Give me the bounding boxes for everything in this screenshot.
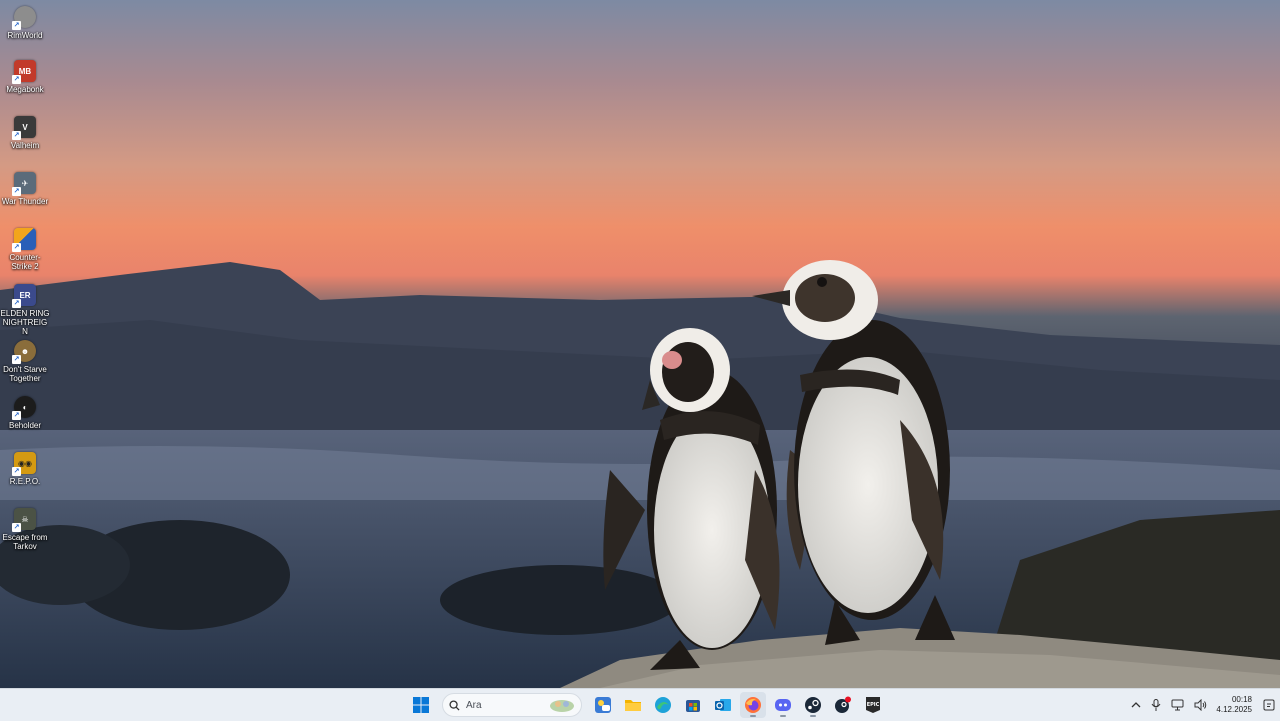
penguins-photo: [0, 260, 1280, 688]
taskbar-outlook[interactable]: [710, 692, 736, 718]
desktop-icon-beholder[interactable]: ◐ ↗ Beholder: [0, 396, 50, 430]
desktop-icon-valheim[interactable]: V ↗ Valheim: [0, 116, 50, 150]
notifications-button[interactable]: [1263, 699, 1275, 711]
taskbar-search-box[interactable]: Ara: [442, 693, 582, 717]
desktop-icon-label: R.E.P.O.: [9, 477, 41, 486]
microsoft-store-icon: [686, 700, 700, 712]
firefox-icon: [745, 697, 761, 713]
outlook-icon: [715, 699, 731, 711]
taskbar-apps: Ara EPIC: [406, 689, 888, 721]
msn-weather-icon: [595, 697, 611, 713]
desktop-icon-elden-ring[interactable]: ER ↗ ELDEN RING NIGHTREIGN: [0, 284, 50, 336]
show-hidden-icons-button[interactable]: [1131, 700, 1141, 710]
desktop-icon-tarkov[interactable]: ☠ ↗ Escape from Tarkov: [0, 508, 50, 551]
file-explorer-icon: [625, 700, 641, 711]
search-icon: [449, 699, 460, 711]
microphone-icon: [1151, 699, 1161, 711]
desktop-icon-label: Megabonk: [6, 85, 44, 94]
microphone-button[interactable]: [1151, 699, 1161, 711]
discord-icon: [775, 699, 791, 711]
svg-text:EPIC: EPIC: [867, 702, 880, 708]
desktop-icon-war-thunder[interactable]: ✈ ↗ War Thunder: [0, 172, 50, 206]
desktop-icon-label: Counter-Strike 2: [9, 253, 41, 271]
epic-games-icon: EPIC: [866, 697, 880, 713]
desktop-icon-counter-strike[interactable]: ↗ Counter-Strike 2: [0, 228, 50, 271]
taskbar-msn-weather[interactable]: [590, 692, 616, 718]
taskbar-edge[interactable]: [650, 692, 676, 718]
start-button[interactable]: [408, 692, 434, 718]
taskbar-epic-games[interactable]: EPIC: [860, 692, 886, 718]
elden-ring-icon: ER ↗: [12, 284, 36, 308]
desktop-icon-dont-starve[interactable]: ☻ ↗ Don't Starve Together: [0, 340, 50, 383]
edge-icon: [655, 697, 671, 713]
windows-start-icon: [413, 697, 429, 713]
desktop-icon-label: ELDEN RING NIGHTREIGN: [0, 309, 50, 336]
dont-starve-icon: ☻ ↗: [12, 340, 36, 364]
taskbar-firefox[interactable]: [740, 692, 766, 718]
desktop-icon-label: Beholder: [8, 421, 42, 430]
desktop-icon-label: War Thunder: [1, 197, 49, 206]
war-thunder-icon: ✈ ↗: [12, 172, 36, 196]
desktop-wallpaper: [0, 0, 1280, 688]
clock-time: 00:18: [1231, 695, 1252, 704]
clock[interactable]: 00:18 4.12.2025: [1216, 695, 1252, 715]
network-button[interactable]: [1171, 699, 1184, 711]
volume-button[interactable]: [1194, 699, 1207, 711]
notification-bell-icon: [1263, 699, 1275, 711]
tarkov-icon: ☠ ↗: [12, 508, 36, 532]
taskbar-microsoft-store[interactable]: [680, 692, 706, 718]
desktop-icon-megabonk[interactable]: MB ↗ Megabonk: [0, 60, 50, 94]
search-highlight-icon: [550, 700, 574, 712]
taskbar-steam-notification[interactable]: [830, 692, 856, 718]
chevron-up-icon: [1131, 702, 1141, 708]
speaker-icon: [1194, 699, 1207, 711]
search-placeholder: Ara: [466, 699, 482, 711]
rimworld-icon: ↗: [12, 6, 36, 30]
desktop-icon-repo[interactable]: ◉◉ ↗ R.E.P.O.: [0, 452, 50, 486]
beholder-icon: ◐ ↗: [12, 396, 36, 420]
clock-date: 4.12.2025: [1216, 705, 1252, 714]
taskbar-file-explorer[interactable]: [620, 692, 646, 718]
desktop-icon-label: RimWorld: [7, 31, 43, 40]
desktop-icon-label: Escape from Tarkov: [2, 533, 48, 551]
valheim-icon: V ↗: [12, 116, 36, 140]
desktop-icon-rimworld[interactable]: ↗ RimWorld: [0, 6, 50, 40]
system-tray: 00:18 4.12.2025: [1126, 689, 1280, 721]
steam-notification-icon: [835, 696, 851, 713]
taskbar-discord[interactable]: [770, 692, 796, 718]
taskbar: Ara EPIC 00:18 4.12.2025: [0, 688, 1280, 721]
repo-icon: ◉◉ ↗: [12, 452, 36, 476]
desktop-icon-label: Valheim: [10, 141, 40, 150]
network-icon: [1171, 699, 1184, 711]
megabonk-icon: MB ↗: [12, 60, 36, 84]
running-indicator: [810, 715, 816, 717]
running-indicator: [750, 715, 756, 717]
counter-strike-icon: ↗: [12, 228, 36, 252]
desktop-icon-label: Don't Starve Together: [3, 365, 47, 383]
running-indicator: [780, 715, 786, 717]
taskbar-steam[interactable]: [800, 692, 826, 718]
steam-icon: [805, 697, 821, 713]
